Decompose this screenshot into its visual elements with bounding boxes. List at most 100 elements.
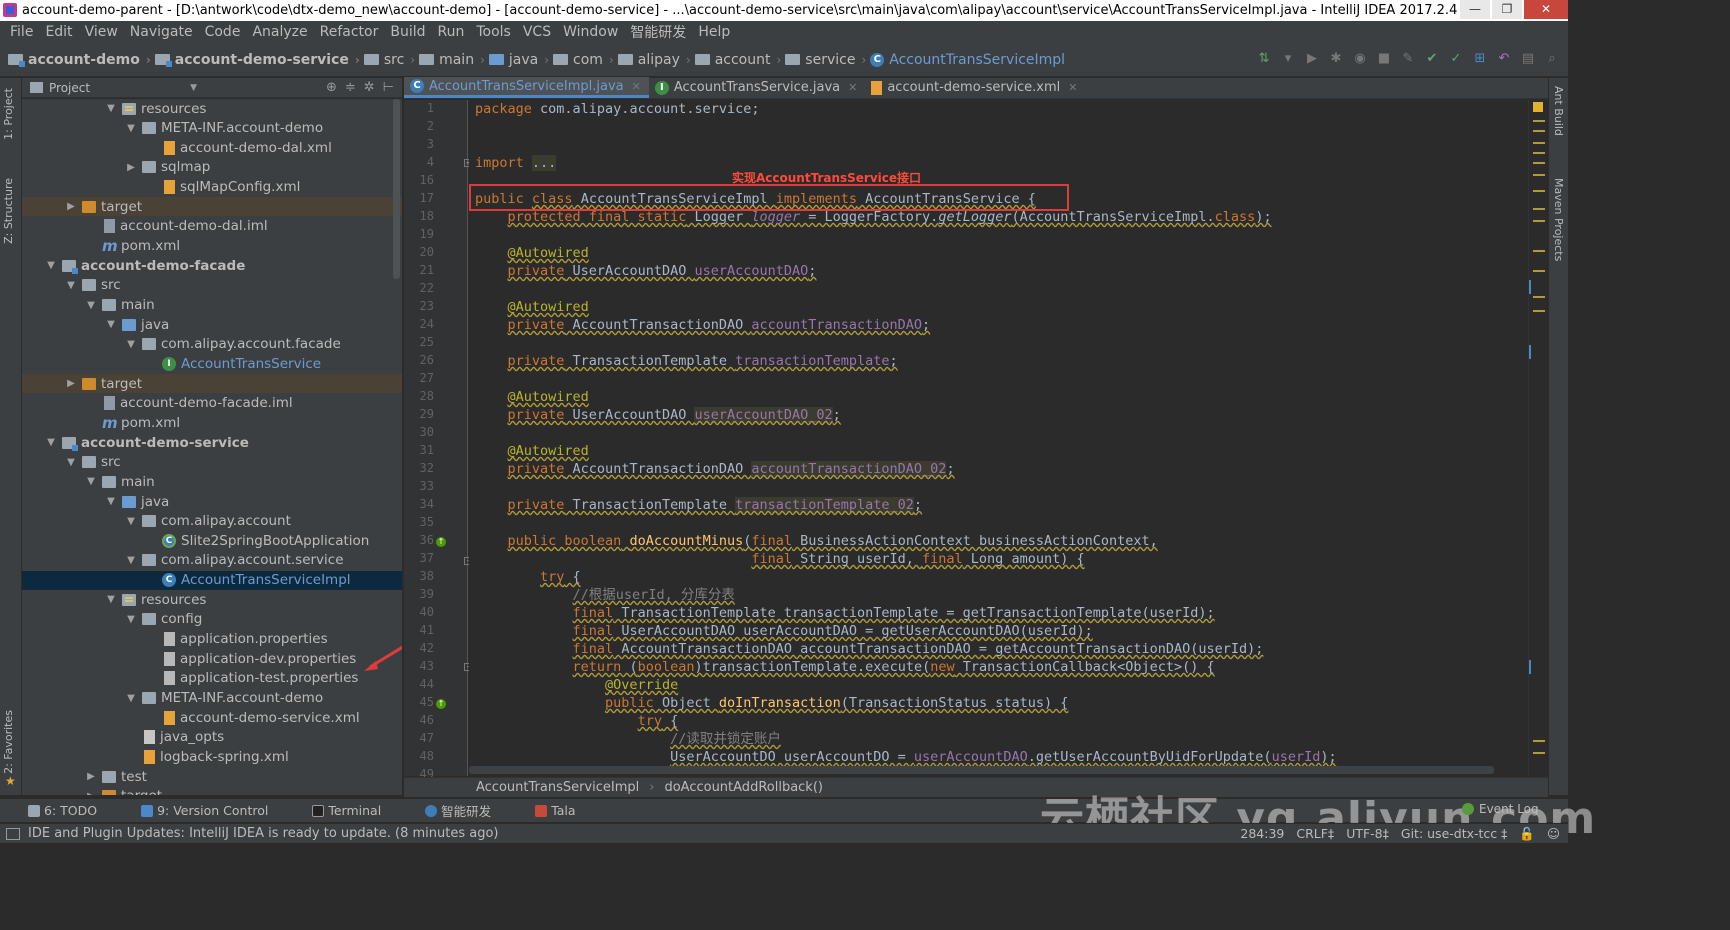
event-log-button[interactable]: Event Log: [1462, 802, 1539, 816]
tree-item[interactable]: m pom.xml: [22, 413, 402, 432]
code-line[interactable]: private UserAccountDAO userAccountDAO_02…: [475, 406, 841, 424]
status-toggle-icon[interactable]: [6, 827, 20, 840]
close-icon[interactable]: ✕: [848, 81, 857, 94]
expand-arrow-icon[interactable]: ▼: [124, 614, 138, 625]
tab-favorites-tool[interactable]: 2: Favorites: [2, 710, 15, 774]
code-line[interactable]: //读取并锁定账户: [475, 730, 781, 748]
code-line[interactable]: final String userId, final Long amount) …: [475, 550, 1084, 568]
tree-item[interactable]: ▶ target: [22, 197, 402, 217]
tree-item[interactable]: sqlMapConfig.xml: [22, 178, 402, 197]
file-encoding[interactable]: UTF-8‡: [1346, 826, 1389, 842]
line-number[interactable]: 33: [404, 479, 434, 493]
tab-ant-build[interactable]: Ant Build: [1552, 86, 1565, 136]
code-line[interactable]: return (boolean)transactionTemplate.exec…: [475, 658, 1215, 676]
tree-item[interactable]: ▼ resources: [22, 590, 402, 609]
expand-arrow-icon[interactable]: ▼: [104, 103, 118, 114]
vcs-update-icon[interactable]: ✔: [1424, 51, 1440, 67]
code-line[interactable]: @Override: [475, 676, 678, 694]
menu-refactor[interactable]: Refactor: [314, 24, 385, 40]
tree-item[interactable]: ▶ sqlmap: [22, 158, 402, 177]
tree-item[interactable]: ▼ main: [22, 472, 402, 491]
breadcrumb-class[interactable]: C AccountTransServiceImpl: [870, 52, 1065, 68]
line-number[interactable]: 38: [404, 569, 434, 583]
code-breadcrumb-method[interactable]: doAccountAddRollback(): [664, 780, 823, 795]
vcs-revert-icon[interactable]: ↶: [1496, 51, 1512, 67]
expand-arrow-icon[interactable]: ▼: [64, 280, 78, 291]
line-number[interactable]: 29: [404, 407, 434, 421]
locate-icon[interactable]: ⊕: [326, 80, 337, 95]
menu-code[interactable]: Code: [199, 24, 247, 40]
tree-item[interactable]: ▼ resources: [22, 99, 402, 118]
code-line[interactable]: final TransactionTemplate transactionTem…: [475, 604, 1215, 622]
git-branch[interactable]: Git: use-dtx-tcc ‡: [1401, 826, 1508, 842]
expand-arrow-icon[interactable]: ▼: [124, 339, 138, 350]
lock-icon[interactable]: 🔓: [1519, 826, 1535, 842]
line-number[interactable]: 36: [404, 533, 434, 547]
code-line[interactable]: @Autowired: [475, 298, 589, 316]
line-number[interactable]: 45: [404, 695, 434, 709]
expand-arrow-icon[interactable]: ▼: [44, 260, 58, 271]
tool-version-control[interactable]: 9: Version Control: [141, 803, 290, 818]
override-marker-icon[interactable]: ↑: [436, 699, 446, 709]
line-number[interactable]: 22: [404, 281, 434, 295]
code-line[interactable]: public Object doInTransaction(Transactio…: [475, 694, 1068, 712]
tree-item[interactable]: ▼ java: [22, 492, 402, 511]
code-line[interactable]: private AccountTransactionDAO accountTra…: [475, 316, 931, 334]
code-line[interactable]: @Autowired: [475, 442, 589, 460]
line-number[interactable]: 23: [404, 299, 434, 313]
tree-item[interactable]: java_opts: [22, 728, 402, 747]
attach-icon[interactable]: ✎: [1400, 51, 1416, 67]
code-line[interactable]: private UserAccountDAO userAccountDAO;: [475, 262, 817, 280]
breadcrumb-alipay[interactable]: alipay ›: [617, 52, 691, 68]
breadcrumb-account[interactable]: account ›: [694, 52, 781, 68]
breadcrumb-src[interactable]: src ›: [363, 52, 415, 68]
gear-icon[interactable]: ✲: [364, 80, 375, 95]
code-line[interactable]: private TransactionTemplate transactionT…: [475, 352, 898, 370]
code-line[interactable]: try {: [475, 568, 581, 586]
tree-item[interactable]: ▶ target: [22, 787, 402, 795]
tree-item[interactable]: account-demo-service.xml: [22, 708, 402, 727]
tree-item[interactable]: C Slite2SpringBootApplication: [22, 531, 402, 550]
breadcrumb-com[interactable]: com ›: [553, 52, 614, 68]
editor-error-stripe[interactable]: [1528, 100, 1548, 776]
code-line[interactable]: final AccountTransactionDAO accountTrans…: [475, 640, 1264, 658]
close-icon[interactable]: ✕: [1068, 81, 1077, 94]
line-separator[interactable]: CRLF‡: [1296, 826, 1334, 842]
tree-item[interactable]: I AccountTransService: [22, 354, 402, 373]
tab-account-demo-service-xml[interactable]: account-demo-service.xml ✕: [865, 77, 1085, 98]
expand-arrow-icon[interactable]: ▼: [84, 300, 98, 311]
code-line[interactable]: try {: [475, 712, 679, 730]
tree-item[interactable]: ▼ main: [22, 296, 402, 315]
menu-help[interactable]: Help: [692, 24, 736, 40]
expand-arrow-icon[interactable]: ▼: [84, 476, 98, 487]
tree-item[interactable]: ▼ META-INF.account-demo: [22, 689, 402, 708]
project-structure-icon[interactable]: ▤: [1520, 51, 1536, 67]
minimize-button[interactable]: —: [1460, 0, 1490, 19]
line-number[interactable]: 16: [404, 173, 434, 187]
menu-navigate[interactable]: Navigate: [124, 24, 199, 40]
code-line[interactable]: private TransactionTemplate transactionT…: [475, 496, 922, 514]
coverage-icon[interactable]: ◉: [1352, 51, 1368, 67]
line-number[interactable]: 19: [404, 227, 434, 241]
tree-item[interactable]: m pom.xml: [22, 237, 402, 256]
inspector-icon[interactable]: ☺: [1547, 826, 1560, 842]
collapse-arrow-icon[interactable]: ▶: [64, 378, 78, 389]
expand-arrow-icon[interactable]: ▼: [64, 457, 78, 468]
menu-vcs[interactable]: VCS: [517, 24, 557, 40]
line-number[interactable]: 30: [404, 425, 434, 439]
line-number[interactable]: 2: [404, 119, 434, 133]
expand-arrow-icon[interactable]: ▼: [104, 319, 118, 330]
breadcrumb-main[interactable]: main ›: [419, 52, 485, 68]
warning-indicator-icon[interactable]: [1533, 102, 1543, 112]
code-line[interactable]: //根据userId, 分库分表: [475, 586, 735, 604]
collapse-arrow-icon[interactable]: ▶: [64, 201, 78, 212]
stop-icon[interactable]: ■: [1376, 51, 1392, 67]
tab-maven-projects[interactable]: Maven Projects: [1552, 178, 1565, 261]
tree-item[interactable]: ▼ com.alipay.account.facade: [22, 335, 402, 354]
close-icon[interactable]: ✕: [632, 80, 641, 93]
line-number[interactable]: 40: [404, 605, 434, 619]
tree-item[interactable]: ▼ src: [22, 453, 402, 472]
line-number[interactable]: 32: [404, 461, 434, 475]
tree-item[interactable]: C AccountTransServiceImpl: [22, 570, 402, 590]
tool-terminal[interactable]: Terminal: [312, 803, 403, 818]
